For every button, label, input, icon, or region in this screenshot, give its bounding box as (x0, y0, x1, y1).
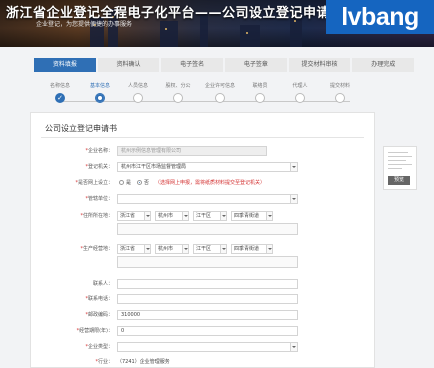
step-dot-icon (295, 93, 305, 103)
divider (41, 137, 364, 138)
row-management-unit: *管辖单位： (31, 194, 376, 204)
operating-period-input[interactable]: 0 (117, 326, 298, 336)
substep-personnel[interactable]: 人员信息 (118, 82, 158, 103)
radio-yes[interactable] (119, 180, 124, 185)
domicile-street-select[interactable]: 四季青街道 (231, 211, 273, 221)
current-step-icon (95, 93, 105, 103)
step-dot-icon (335, 93, 345, 103)
substep-license[interactable]: 企业许可信息 (200, 82, 240, 103)
step-dot-icon (173, 93, 183, 103)
contact-person-input[interactable] (117, 279, 298, 289)
application-form: 公司设立登记申请书 *企业名称： 杭州示例信息管理有限公司 *登记机关： 杭州市… (30, 112, 375, 368)
management-unit-select[interactable] (117, 194, 298, 204)
row-contact-person: 联系人： (31, 279, 376, 289)
production-detail-input[interactable] (117, 256, 298, 268)
production-district-select[interactable]: 江干区 (193, 244, 227, 254)
chevron-down-icon (220, 212, 226, 220)
step-dot-icon (255, 93, 265, 103)
domicile-province-select[interactable]: 浙江省 (117, 211, 151, 221)
radio-no[interactable] (137, 180, 142, 185)
substep-submit-docs[interactable]: 提交材料 (320, 82, 360, 103)
postal-code-input[interactable]: 310000 (117, 310, 298, 320)
production-province-select[interactable]: 浙江省 (117, 244, 151, 254)
phone-input[interactable] (117, 294, 298, 304)
step-dot-icon (215, 93, 225, 103)
preview-button[interactable]: 预览 (388, 176, 410, 185)
radio-yes-label: 是 (126, 180, 132, 186)
registration-authority-select[interactable]: 杭州市江干区市场监督管理局 (117, 162, 298, 172)
production-city-select[interactable]: 杭州市 (155, 244, 189, 254)
production-street-select[interactable]: 四季青街道 (231, 244, 273, 254)
company-type-select[interactable] (117, 342, 298, 352)
row-company-type: *企业类型： (31, 342, 376, 352)
chevron-down-icon (290, 343, 297, 351)
chevron-down-icon (220, 245, 226, 253)
substep-basic-info[interactable]: 基本信息 (80, 82, 120, 103)
company-name-field: 杭州示例信息管理有限公司 (117, 146, 267, 156)
step-submit-review[interactable]: 提交材料审核 (288, 58, 351, 72)
row-registration-authority: *登记机关： 杭州市江干区市场监督管理局 (31, 162, 376, 172)
check-icon: ✓ (55, 93, 65, 103)
row-phone: *联系电话： (31, 294, 376, 304)
substep-liaison[interactable]: 联络员 (240, 82, 280, 103)
chevron-down-icon (144, 212, 150, 220)
online-hint: （选择网上申报，需将纸质材料提交至登记机关） (155, 180, 266, 186)
domicile-city-select[interactable]: 杭州市 (155, 211, 189, 221)
row-domicile: *住所所在地： 浙江省 杭州市 江干区 四季青街道 (31, 211, 376, 221)
substep-name-info[interactable]: 名称信息 ✓ (40, 82, 80, 103)
row-industry: *行业： （7241）企业管理服务 (95, 359, 170, 365)
form-title: 公司设立登记申请书 (45, 124, 117, 133)
chevron-down-icon (266, 212, 272, 220)
substep-equity[interactable]: 股权、分公 (158, 82, 198, 103)
radio-no-label: 否 (144, 180, 150, 186)
row-company-name: *企业名称： 杭州示例信息管理有限公司 (31, 146, 376, 156)
step-dot-icon (133, 93, 143, 103)
row-operating-period: *经营期限(年)： 0 (31, 326, 376, 336)
progress-steps: 资料填报 资料确认 电子签名 电子签章 提交材料审核 办理完成 (34, 58, 416, 72)
substep-agent[interactable]: 代理人 (280, 82, 320, 103)
step-complete[interactable]: 办理完成 (352, 58, 415, 72)
chevron-down-icon (182, 245, 188, 253)
step-confirm-data[interactable]: 资料确认 (97, 58, 160, 72)
chevron-down-icon (182, 212, 188, 220)
row-online-branch: *是否网上设立： 是 否 （选择网上申报，需将纸质材料提交至登记机关） (75, 180, 266, 186)
row-production-address: *生产经营地： 浙江省 杭州市 江干区 四季青街道 (31, 244, 376, 254)
step-e-seal[interactable]: 电子签章 (225, 58, 287, 72)
chevron-down-icon (144, 245, 150, 253)
domicile-district-select[interactable]: 江干区 (193, 211, 227, 221)
industry-value: （7241）企业管理服务 (117, 359, 170, 365)
chevron-down-icon (290, 163, 297, 171)
domicile-detail-input[interactable] (117, 223, 298, 235)
chevron-down-icon (290, 195, 297, 203)
chevron-down-icon (266, 245, 272, 253)
banner-subtitle: 企业登记，为您提供便捷的办事服务 (36, 21, 133, 28)
step-e-signature[interactable]: 电子签名 (161, 58, 224, 72)
sub-steps: 名称信息 ✓ 基本信息 人员信息 股权、分公 企业许可信息 联络员 代理人 提交材… (34, 82, 364, 108)
header-banner: 浙江省企业登记全程电子化平台——公司设立登记申请（企业开 企业登记，为您提供便捷… (0, 0, 434, 47)
step-fill-data[interactable]: 资料填报 (34, 58, 96, 72)
row-postal-code: *邮政编码： 310000 (31, 310, 376, 320)
watermark-logo: lvbang (326, 0, 434, 34)
page: 浙江省企业登记全程电子化平台——公司设立登记申请（企业开 企业登记，为您提供便捷… (0, 0, 434, 368)
